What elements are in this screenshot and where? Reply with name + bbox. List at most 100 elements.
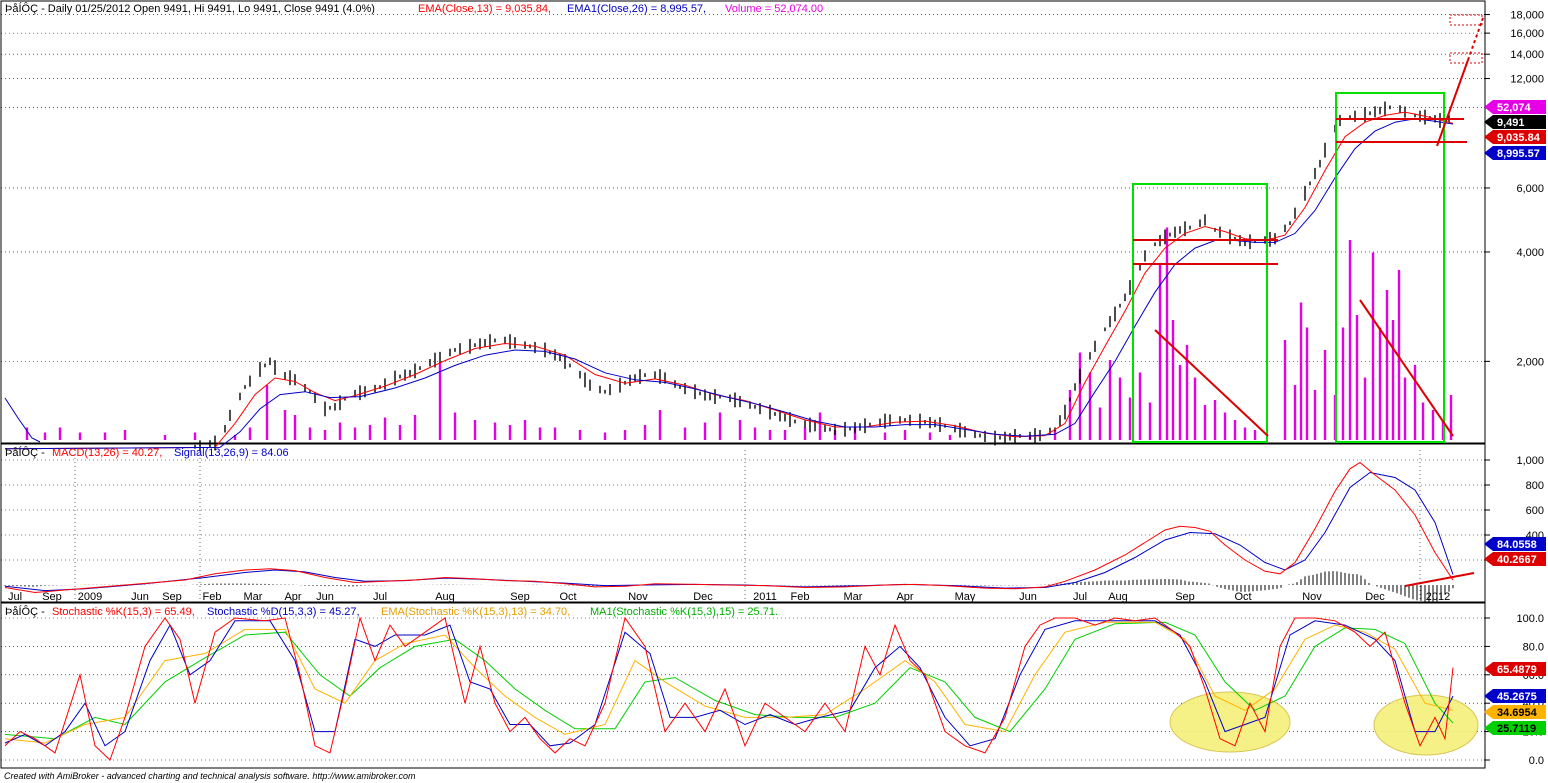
x-axis-label: Jul: [1073, 591, 1087, 603]
volume-bar: [453, 412, 457, 440]
stoch-value-tag: 65.4879: [1497, 664, 1537, 676]
volume-bar: [1243, 427, 1247, 440]
volume-bar: [553, 427, 557, 440]
volume-bar: [1203, 405, 1207, 440]
volume-bar: [1253, 430, 1257, 440]
volume-bar: [353, 427, 357, 440]
volume-bar: [163, 435, 167, 440]
volume-bar: [1088, 372, 1092, 440]
volume-bar: [1385, 290, 1389, 440]
price-tick-label: 6,000: [1516, 183, 1544, 195]
x-axis-label: Sep: [510, 591, 530, 603]
volume-bar: [538, 427, 542, 440]
volume-bar: [1348, 240, 1352, 440]
x-axis-label: Apr: [896, 591, 913, 603]
volume-bar: [193, 432, 197, 440]
volume-bar: [123, 430, 127, 440]
macd-header-symbol: ÞåÍÔÇ -: [5, 446, 45, 459]
x-axis-label: Dec: [693, 591, 713, 603]
volume-bar: [738, 420, 742, 440]
volume-bar: [43, 432, 47, 440]
macd-value-tag: 84.0558: [1497, 539, 1537, 551]
x-axis-label: Apr: [284, 591, 301, 603]
volume-bar: [1053, 430, 1057, 440]
price-value-tag: 9,491: [1497, 117, 1525, 129]
volume-bar: [508, 425, 512, 440]
stock-chart: 18,00016,00014,00012,00010,0006,0004,000…: [0, 0, 1548, 783]
volume-bar: [1171, 320, 1175, 440]
stoch-tick-label: 80.0: [1523, 641, 1544, 653]
macd-tick-label: 1,000: [1516, 455, 1544, 467]
volume-bar: [578, 430, 582, 440]
price-tick-label: 14,000: [1510, 49, 1544, 61]
stoch-header-ema: EMA(Stochastic %K(15,3),13) = 34.70,: [381, 606, 570, 618]
volume-bar: [1299, 302, 1303, 440]
volume-bar: [1413, 365, 1417, 440]
volume-bar: [1148, 402, 1152, 440]
x-axis-label: Mar: [844, 591, 863, 603]
x-axis-label: Jul: [8, 591, 22, 603]
volume-bar: [1391, 320, 1395, 440]
stoch-tick-label: 100.0: [1516, 613, 1544, 625]
volume-bar: [1323, 350, 1327, 440]
stoch-tick-label: 0.0: [1529, 755, 1544, 767]
volume-bar: [1098, 407, 1102, 440]
volume-bar: [1223, 412, 1227, 440]
volume-bar: [718, 412, 722, 440]
macd-tick-label: 800: [1526, 480, 1544, 492]
x-axis-label: Dec: [1365, 591, 1385, 603]
price-header-ema13: EMA(Close,13) = 9,035.84,: [418, 3, 551, 15]
x-axis-label: Sep: [42, 591, 62, 603]
stoch-value-tag: 25.7119: [1497, 723, 1536, 735]
price-header-ema26: EMA1(Close,26) = 8,995.57,: [567, 3, 706, 15]
volume-bar: [1371, 252, 1375, 440]
macd-header-macd: MACD(13,26) = 40.27,: [52, 447, 162, 459]
volume-bar: [1283, 340, 1287, 440]
volume-bar: [1355, 315, 1359, 440]
volume-bar: [658, 410, 662, 440]
volume-bar: [1178, 365, 1182, 440]
volume-bar: [413, 415, 417, 440]
volume-bar: [1293, 385, 1297, 440]
volume-bar: [103, 432, 107, 440]
stoch-header-d: Stochastic %D(15,3,3) = 45.27,: [207, 606, 360, 618]
volume-bar: [1378, 327, 1382, 440]
stoch-header-k: Stochastic %K(15,3) = 65.49,: [52, 606, 195, 618]
volume-bar: [1158, 265, 1162, 440]
volume-bar: [265, 385, 269, 440]
volume-bar: [1403, 377, 1407, 440]
volume-bar: [703, 422, 707, 440]
volume-bar: [643, 425, 647, 440]
x-axis-label: Aug: [435, 591, 455, 603]
macd-header-signal: Signal(13,26,9) = 84.06: [174, 447, 289, 459]
volume-bar: [753, 427, 757, 440]
x-axis-label: Nov: [628, 591, 648, 603]
x-axis-label: 2011: [753, 591, 777, 603]
x-axis-label: Aug: [1108, 591, 1128, 603]
volume-bar: [1363, 377, 1367, 440]
volume-bar: [323, 430, 327, 440]
x-axis-label: Feb: [791, 591, 810, 603]
volume-bar: [1341, 327, 1345, 440]
x-axis-label: Sep: [162, 591, 182, 603]
volume-bar: [1421, 402, 1425, 440]
macd-tick-label: 600: [1526, 505, 1544, 517]
volume-bar: [293, 415, 297, 440]
x-axis-label: Jul: [373, 591, 387, 603]
stoch-value-tag: 34.6954: [1497, 707, 1538, 719]
volume-bar: [1305, 327, 1309, 440]
volume-bar: [1213, 400, 1217, 440]
price-tick-label: 4,000: [1516, 247, 1544, 259]
volume-bar: [818, 412, 822, 440]
x-axis-label: Oct: [559, 591, 576, 603]
volume-bar: [928, 432, 932, 440]
x-axis-label: Jun: [131, 591, 149, 603]
volume-bar: [493, 422, 497, 440]
volume-bar: [78, 432, 82, 440]
price-value-tag: 52,074: [1497, 102, 1532, 114]
volume-bar: [1165, 227, 1169, 440]
volume-bar: [783, 430, 787, 440]
x-axis-label: Oct: [1234, 591, 1251, 603]
stoch-header-ma: MA1(Stochastic %K(15,3),15) = 25.71.: [590, 606, 778, 618]
volume-bar: [473, 420, 477, 440]
